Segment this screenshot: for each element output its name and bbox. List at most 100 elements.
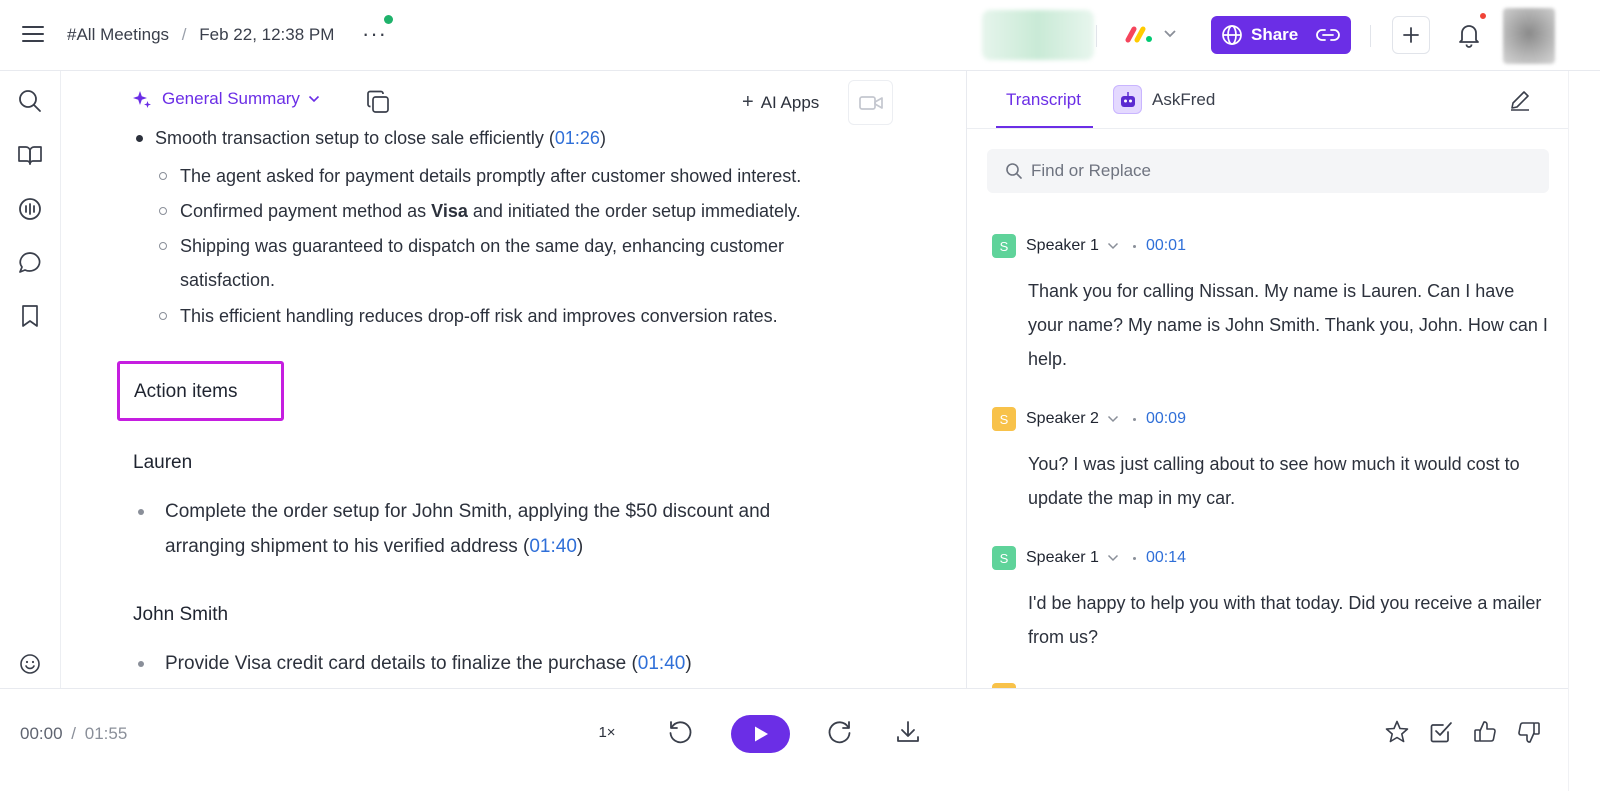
audio-icon[interactable]: [17, 196, 43, 222]
segment-header: S Speaker 1 00:14: [992, 546, 1552, 570]
sub-item: Confirmed payment method as Visa and ini…: [180, 201, 801, 222]
action-item-text: arranging shipment to his verified addre…: [165, 536, 518, 557]
action-item-text: Provide Visa credit card details to fina…: [165, 653, 627, 674]
segment-text: You? I was just calling about to see how…: [1028, 454, 1520, 508]
bullet-text: Smooth transaction setup to close sale e…: [155, 128, 544, 148]
meeting-date: Feb 22, 12:38 PM: [199, 25, 335, 44]
breadcrumb: #All Meetings / Feb 22, 12:38 PM: [67, 25, 334, 45]
ai-apps-label: AI Apps: [760, 92, 820, 112]
summary-bullet: Smooth transaction setup to close sale e…: [155, 128, 606, 148]
play-icon: [754, 726, 768, 742]
share-button[interactable]: Share: [1211, 16, 1351, 54]
breadcrumb-all-meetings[interactable]: #All Meetings: [67, 25, 169, 44]
segment-header: S Speaker 1 00:01: [992, 234, 1552, 258]
thumbs-up-icon[interactable]: [1470, 717, 1500, 747]
segment-timestamp[interactable]: 00:14: [1146, 549, 1186, 567]
segment-text: I'd be happy to help you with that today…: [1028, 593, 1542, 647]
link-icon[interactable]: [1315, 27, 1341, 43]
thumbs-down-icon[interactable]: [1514, 717, 1544, 747]
chevron-down-icon[interactable]: [1107, 554, 1119, 562]
transcript-pane: Transcript AskFred S Speaker 1 00:01 Tha…: [966, 71, 1568, 688]
chevron-down-icon[interactable]: [1107, 242, 1119, 250]
summary-pane: General Summary + AI Apps Smooth transac…: [62, 71, 965, 688]
speaker-badge: S: [992, 234, 1016, 258]
chevron-down-icon: [308, 95, 320, 103]
assignee-name: Lauren: [133, 452, 193, 473]
sub-bullet: [159, 207, 167, 215]
book-icon[interactable]: [17, 142, 43, 168]
action-item-continued: arranging shipment to his verified addre…: [165, 536, 584, 557]
add-button[interactable]: [1392, 16, 1430, 54]
checkbox-icon[interactable]: [1426, 717, 1456, 747]
timestamp-link[interactable]: 01:40: [638, 653, 686, 674]
top-bar: #All Meetings / Feb 22, 12:38 PM ··· Sha…: [0, 0, 1600, 71]
play-button[interactable]: [731, 715, 790, 753]
search-icon: [1006, 163, 1022, 179]
separator-dot: [1132, 244, 1136, 248]
action-items-heading: Action items: [134, 381, 238, 402]
find-replace-field[interactable]: [987, 149, 1549, 193]
share-label: Share: [1251, 25, 1299, 44]
sub-item: Shipping was guaranteed to dispatch on t…: [180, 236, 785, 256]
sub-item: This efficient handling reduces drop-off…: [180, 306, 778, 326]
chat-icon[interactable]: [17, 250, 43, 276]
ai-apps-button[interactable]: + AI Apps: [742, 91, 819, 114]
sub-item-text: Confirmed payment method as: [180, 201, 427, 221]
divider: [1096, 25, 1097, 47]
assignee-name: John Smith: [133, 604, 229, 625]
more-options-button[interactable]: ···: [362, 23, 387, 45]
active-tab-indicator: [996, 126, 1093, 128]
blurred-workspace-badge: [982, 10, 1094, 60]
integration-dropdown[interactable]: [1125, 25, 1177, 43]
timestamp-link[interactable]: 01:26: [555, 128, 600, 148]
smiley-icon[interactable]: [17, 651, 43, 677]
globe-icon: [1222, 25, 1242, 45]
action-item: Complete the order setup for John Smith,…: [165, 501, 771, 522]
pencil-icon[interactable]: [1508, 88, 1532, 112]
separator-dot: [1132, 417, 1136, 421]
forward-icon[interactable]: [825, 717, 855, 747]
chevron-down-icon: [1164, 30, 1176, 38]
total-time: 01:55: [84, 724, 128, 743]
summary-view-dropdown[interactable]: General Summary: [132, 89, 320, 109]
summary-view-label: General Summary: [162, 89, 300, 108]
breadcrumb-separator: /: [181, 25, 187, 44]
tab-transcript[interactable]: Transcript: [1006, 90, 1081, 110]
transcript-segment: S Speaker 2 00:09 You? I was just callin…: [992, 407, 1552, 515]
video-button[interactable]: [848, 80, 893, 125]
rewind-icon[interactable]: [665, 717, 695, 747]
speaker-badge: S: [992, 407, 1016, 431]
action-item: Provide Visa credit card details to fina…: [165, 653, 692, 674]
speaker-name[interactable]: Speaker 1: [1026, 237, 1099, 255]
segment-timestamp[interactable]: 00:01: [1146, 237, 1186, 255]
segment-timestamp[interactable]: 00:09: [1146, 410, 1186, 428]
bookmark-icon[interactable]: [17, 303, 43, 329]
notification-dot: [1478, 11, 1488, 21]
left-rail: [0, 71, 61, 688]
hamburger-icon[interactable]: [22, 24, 44, 44]
avatar[interactable]: [1503, 8, 1555, 64]
segment-header: S Speaker 2 00:09: [992, 407, 1552, 431]
bell-icon: [1459, 25, 1479, 48]
speaker-name[interactable]: Speaker 2: [1026, 410, 1099, 428]
speaker-name[interactable]: Speaker 1: [1026, 549, 1099, 567]
playback-speed-button[interactable]: 1×: [592, 717, 622, 747]
download-icon[interactable]: [893, 717, 923, 747]
copy-icon[interactable]: [365, 89, 391, 115]
sub-item-continued: satisfaction.: [180, 270, 276, 290]
tab-askfred[interactable]: AskFred: [1152, 90, 1215, 110]
notifications-button[interactable]: [1457, 22, 1481, 48]
search-icon[interactable]: [17, 88, 43, 114]
bullet: [138, 509, 144, 515]
timestamp-link[interactable]: 01:40: [529, 536, 577, 557]
chevron-down-icon[interactable]: [1107, 415, 1119, 423]
robot-icon: [1113, 85, 1142, 114]
star-icon[interactable]: [1382, 717, 1412, 747]
transcript-segment: S Speaker 1 00:01 Thank you for calling …: [992, 234, 1552, 376]
scrollbar-track[interactable]: [1568, 71, 1600, 791]
speaker-badge: S: [992, 546, 1016, 570]
sub-bullet: [159, 242, 167, 250]
transcript-tabs: Transcript AskFred: [967, 71, 1568, 129]
find-replace-input[interactable]: [1031, 161, 1511, 181]
sub-item: The agent asked for payment details prom…: [180, 166, 802, 186]
